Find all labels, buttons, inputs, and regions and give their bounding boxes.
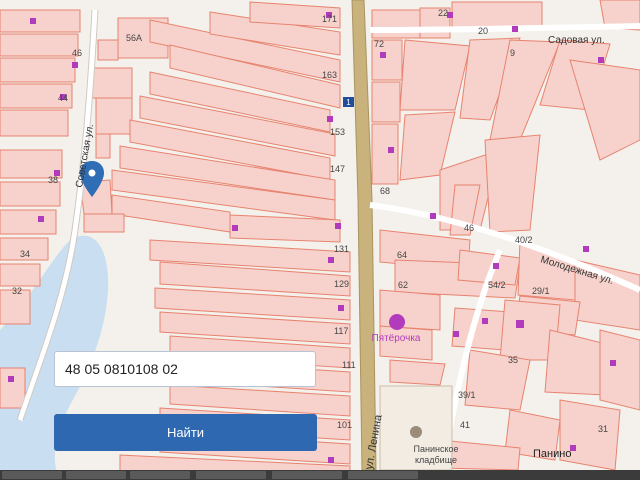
svg-text:38: 38 xyxy=(48,175,58,185)
svg-text:64: 64 xyxy=(397,250,407,260)
svg-text:40/2: 40/2 xyxy=(515,235,533,245)
svg-text:46: 46 xyxy=(72,48,82,58)
svg-text:32: 32 xyxy=(12,286,22,296)
svg-text:29/1: 29/1 xyxy=(532,286,550,296)
cadastral-map[interactable]: Панинское кладбище Пятёрочка 1 Садовая у… xyxy=(0,0,640,480)
road-shield-label: 1 xyxy=(346,98,351,107)
svg-text:44: 44 xyxy=(58,93,68,103)
svg-text:46: 46 xyxy=(464,223,474,233)
svg-text:72: 72 xyxy=(374,39,384,49)
taskbar-item[interactable] xyxy=(272,471,342,479)
svg-text:117: 117 xyxy=(334,326,348,336)
cemetery-label: Панинское xyxy=(414,444,459,454)
shop-icon xyxy=(389,314,405,330)
svg-text:147: 147 xyxy=(330,164,345,174)
cadastral-number-field[interactable] xyxy=(54,351,316,387)
place-label-panino: Панино xyxy=(533,448,571,460)
svg-text:131: 131 xyxy=(334,244,349,254)
cemetery-icon xyxy=(410,426,422,438)
svg-text:41: 41 xyxy=(460,420,470,430)
svg-text:35: 35 xyxy=(508,355,518,365)
svg-text:54/2: 54/2 xyxy=(488,280,506,290)
cemetery-label-2: кладбище xyxy=(415,455,457,465)
taskbar-item[interactable] xyxy=(348,471,418,479)
svg-text:163: 163 xyxy=(322,70,337,80)
svg-text:101: 101 xyxy=(337,420,352,430)
svg-text:39/1: 39/1 xyxy=(458,390,476,400)
cadastral-number-input[interactable] xyxy=(55,352,315,386)
taskbar-item[interactable] xyxy=(2,471,62,479)
svg-text:62: 62 xyxy=(398,280,408,290)
svg-text:111: 111 xyxy=(342,360,356,370)
svg-text:34: 34 xyxy=(20,249,30,259)
svg-text:68: 68 xyxy=(380,186,390,196)
shop-label: Пятёрочка xyxy=(371,333,420,344)
svg-text:56А: 56А xyxy=(126,33,142,43)
street-label-sadovaya: Садовая ул. xyxy=(548,35,605,46)
find-button[interactable]: Найти xyxy=(54,414,317,451)
taskbar xyxy=(0,470,640,480)
svg-text:171: 171 xyxy=(322,14,337,24)
taskbar-item[interactable] xyxy=(66,471,126,479)
svg-text:153: 153 xyxy=(330,127,345,137)
svg-text:22: 22 xyxy=(438,8,448,18)
svg-text:20: 20 xyxy=(478,26,488,36)
taskbar-item[interactable] xyxy=(130,471,190,479)
svg-text:9: 9 xyxy=(510,48,515,58)
svg-text:129: 129 xyxy=(334,279,349,289)
location-pin-dot xyxy=(88,169,96,177)
svg-text:31: 31 xyxy=(598,424,608,434)
taskbar-item[interactable] xyxy=(196,471,266,479)
